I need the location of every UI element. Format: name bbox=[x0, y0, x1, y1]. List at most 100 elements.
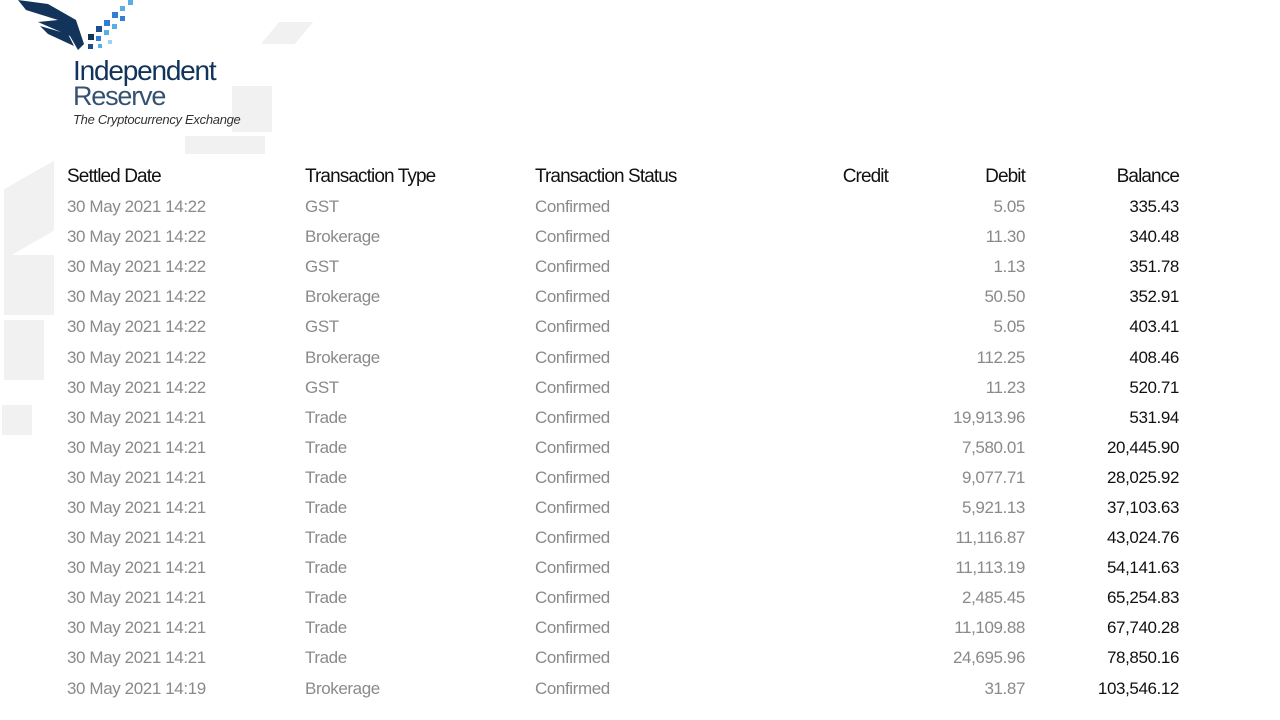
cell-transaction-status: Confirmed bbox=[535, 618, 610, 638]
watermark-shape bbox=[4, 320, 44, 380]
eagle-logo-icon bbox=[18, 0, 133, 50]
table-row: 30 May 2021 14:19 Brokerage Confirmed 31.87… bbox=[67, 674, 1179, 704]
cell-debit: 11.23 bbox=[985, 377, 1026, 397]
cell-credit bbox=[771, 523, 888, 553]
cell-settled-date: 30 May 2021 14:22 bbox=[67, 317, 206, 337]
cell-credit bbox=[771, 312, 888, 342]
cell-settled-date: 30 May 2021 14:21 bbox=[67, 528, 206, 548]
cell-settled-date: 30 May 2021 14:22 bbox=[67, 197, 206, 217]
cell-balance: 37,103.63 bbox=[1106, 497, 1179, 517]
brand-tagline: The Cryptocurrency Exchange bbox=[73, 112, 241, 127]
cell-credit bbox=[771, 342, 888, 372]
cell-debit: 5.05 bbox=[993, 317, 1026, 337]
table-row: 30 May 2021 14:21 Trade Confirmed 11,109.88… bbox=[67, 613, 1179, 643]
cell-balance: 520.71 bbox=[1129, 377, 1179, 397]
cell-credit bbox=[771, 613, 888, 643]
cell-settled-date: 30 May 2021 14:21 bbox=[67, 588, 206, 608]
cell-credit bbox=[771, 463, 888, 493]
cell-balance: 335.43 bbox=[1129, 197, 1179, 217]
table-row: 30 May 2021 14:22 GST Confirmed 5.05 403.41 bbox=[67, 312, 1179, 342]
cell-transaction-type: Brokerage bbox=[305, 347, 380, 367]
cell-credit bbox=[771, 493, 888, 523]
cell-settled-date: 30 May 2021 14:22 bbox=[67, 227, 206, 247]
cell-transaction-type: Brokerage bbox=[305, 678, 380, 698]
cell-settled-date: 30 May 2021 14:21 bbox=[67, 467, 206, 487]
cell-transaction-status: Confirmed bbox=[535, 317, 610, 337]
cell-balance: 67,740.28 bbox=[1106, 618, 1179, 638]
cell-transaction-status: Confirmed bbox=[535, 678, 610, 698]
cell-debit: 1.13 bbox=[993, 257, 1026, 277]
cell-settled-date: 30 May 2021 14:21 bbox=[67, 437, 206, 457]
watermark-shape bbox=[185, 136, 265, 154]
cell-debit: 11.30 bbox=[985, 227, 1026, 247]
header-balance: Balance bbox=[1116, 166, 1180, 187]
cell-settled-date: 30 May 2021 14:22 bbox=[67, 377, 206, 397]
cell-balance: 352.91 bbox=[1129, 287, 1179, 307]
cell-transaction-status: Confirmed bbox=[535, 407, 610, 427]
cell-transaction-type: Trade bbox=[305, 528, 347, 548]
cell-debit: 31.87 bbox=[984, 678, 1025, 698]
cell-transaction-type: Brokerage bbox=[305, 287, 380, 307]
cell-balance: 408.46 bbox=[1129, 347, 1179, 367]
cell-transaction-type: GST bbox=[305, 197, 339, 217]
cell-settled-date: 30 May 2021 14:22 bbox=[67, 347, 206, 367]
cell-credit bbox=[771, 674, 888, 704]
cell-settled-date: 30 May 2021 14:19 bbox=[67, 678, 206, 698]
cell-credit bbox=[771, 403, 888, 433]
table-header-row: Settled Date Transaction Type Transactio… bbox=[67, 162, 1180, 192]
watermark-shape bbox=[4, 160, 54, 260]
cell-transaction-type: Trade bbox=[305, 437, 347, 457]
cell-transaction-status: Confirmed bbox=[535, 528, 610, 548]
table-row: 30 May 2021 14:21 Trade Confirmed 11,116.87… bbox=[67, 523, 1179, 553]
table-row: 30 May 2021 14:21 Trade Confirmed 5,921.13 3… bbox=[67, 493, 1179, 523]
table-row: 30 May 2021 14:21 Trade Confirmed 24,695.96… bbox=[67, 643, 1179, 673]
cell-credit bbox=[771, 553, 888, 583]
cell-credit bbox=[771, 192, 888, 222]
cell-debit: 112.25 bbox=[976, 347, 1026, 367]
cell-balance: 103,546.12 bbox=[1097, 678, 1179, 698]
cell-balance: 403.41 bbox=[1129, 317, 1179, 337]
table-row: 30 May 2021 14:21 Trade Confirmed 7,580.01 2… bbox=[67, 433, 1179, 463]
header-debit: Debit bbox=[985, 166, 1026, 187]
cell-settled-date: 30 May 2021 14:21 bbox=[67, 558, 206, 578]
cell-transaction-status: Confirmed bbox=[535, 257, 610, 277]
cell-transaction-status: Confirmed bbox=[535, 588, 610, 608]
table-row: 30 May 2021 14:22 GST Confirmed 5.05 335.43 bbox=[67, 192, 1179, 222]
header-credit: Credit bbox=[842, 166, 889, 187]
watermark-shape bbox=[4, 255, 54, 315]
table-row: 30 May 2021 14:22 GST Confirmed 1.13 351.78 bbox=[67, 252, 1179, 282]
cell-transaction-type: Trade bbox=[305, 648, 347, 668]
cell-debit: 11,116.87 bbox=[955, 528, 1025, 548]
brand-name-line2: Reserve bbox=[73, 81, 166, 111]
cell-credit bbox=[771, 583, 888, 613]
cell-settled-date: 30 May 2021 14:21 bbox=[67, 497, 206, 517]
cell-transaction-status: Confirmed bbox=[535, 648, 610, 668]
cell-settled-date: 30 May 2021 14:21 bbox=[67, 648, 206, 668]
table-row: 30 May 2021 14:21 Trade Confirmed 2,485.45 6… bbox=[67, 583, 1179, 613]
cell-credit bbox=[771, 282, 888, 312]
cell-settled-date: 30 May 2021 14:21 bbox=[67, 618, 206, 638]
cell-transaction-status: Confirmed bbox=[535, 227, 610, 247]
cell-settled-date: 30 May 2021 14:22 bbox=[67, 257, 206, 277]
cell-transaction-status: Confirmed bbox=[535, 197, 610, 217]
cell-debit: 19,913.96 bbox=[952, 407, 1025, 427]
cell-transaction-type: GST bbox=[305, 377, 339, 397]
cell-balance: 340.48 bbox=[1129, 227, 1179, 247]
cell-transaction-status: Confirmed bbox=[535, 287, 610, 307]
header-settled-date: Settled Date bbox=[67, 166, 162, 187]
cell-debit: 24,695.96 bbox=[952, 648, 1025, 668]
cell-debit: 2,485.45 bbox=[962, 588, 1025, 608]
cell-transaction-type: GST bbox=[305, 257, 339, 277]
cell-transaction-status: Confirmed bbox=[535, 377, 610, 397]
cell-debit: 11,109.88 bbox=[954, 618, 1025, 638]
cell-credit bbox=[771, 643, 888, 673]
cell-balance: 54,141.63 bbox=[1106, 558, 1179, 578]
cell-debit: 50.50 bbox=[984, 287, 1025, 307]
watermark-shape bbox=[260, 22, 314, 44]
cell-balance: 43,024.76 bbox=[1106, 528, 1179, 548]
cell-debit: 11,113.19 bbox=[955, 558, 1025, 578]
table-row: 30 May 2021 14:22 GST Confirmed 11.23 520.71 bbox=[67, 373, 1179, 403]
cell-balance: 351.78 bbox=[1129, 257, 1179, 277]
header-transaction-status: Transaction Status bbox=[535, 166, 677, 187]
cell-transaction-status: Confirmed bbox=[535, 467, 610, 487]
